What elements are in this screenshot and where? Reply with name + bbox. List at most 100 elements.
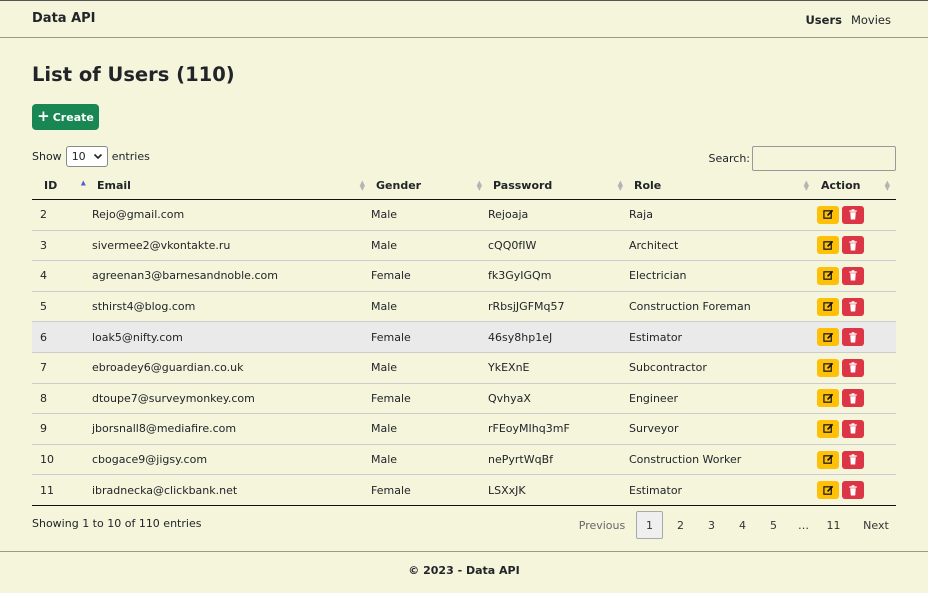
- trash-icon: [848, 301, 858, 312]
- table-header-row: ID ▲ ▼ Email ▲ ▼ Gender ▲ ▼ Password ▲ ▼ Role ▲ ▼ …: [32, 172, 896, 200]
- search-input[interactable]: [752, 146, 896, 171]
- delete-button[interactable]: [842, 358, 864, 377]
- pagination-page-1[interactable]: 1: [636, 511, 663, 539]
- cell-gender: Male: [371, 291, 488, 323]
- edit-button[interactable]: [817, 450, 839, 469]
- pagination-page-last[interactable]: 11: [818, 511, 849, 539]
- create-button[interactable]: + Create: [32, 104, 99, 130]
- edit-button[interactable]: [817, 236, 839, 255]
- nav-link-movies[interactable]: Movies: [851, 13, 891, 27]
- trash-icon: [848, 393, 858, 404]
- cell-gender: Male: [371, 444, 488, 476]
- cell-role: Architect: [629, 230, 815, 262]
- cell-gender: Male: [371, 230, 488, 262]
- edit-button[interactable]: [817, 266, 839, 285]
- cell-role: Estimator: [629, 321, 815, 353]
- plus-icon: +: [37, 106, 50, 125]
- edit-icon: [822, 393, 834, 404]
- delete-button[interactable]: [842, 419, 864, 438]
- cell-password: nePyrtWqBf: [488, 444, 629, 476]
- cell-email: agreenan3@barnesandnoble.com: [92, 260, 371, 292]
- cell-id: 10: [32, 444, 92, 476]
- table-row: 6 loak5@nifty.com Female 46sy8hp1eJ Estimato…: [32, 321, 896, 353]
- delete-button[interactable]: [842, 297, 864, 316]
- brand[interactable]: Data API: [32, 11, 96, 26]
- column-header-role[interactable]: Role ▲ ▼: [629, 172, 815, 200]
- edit-icon: [822, 423, 834, 434]
- trash-icon: [848, 270, 858, 282]
- cell-id: 9: [32, 413, 92, 445]
- column-header-email[interactable]: Email ▲ ▼: [92, 172, 371, 200]
- edit-button[interactable]: [817, 328, 839, 347]
- pagination-next[interactable]: Next: [849, 511, 903, 539]
- table-row: 5 sthirst4@blog.com Male rRbsjJGFMq57 Constr…: [32, 291, 896, 323]
- nav-link-users[interactable]: Users: [805, 13, 842, 27]
- table-row: 4 agreenan3@barnesandnoble.com Female fk3Gy…: [32, 260, 896, 292]
- pagination-page-5[interactable]: 5: [758, 511, 789, 539]
- navbar: Data API Users Movies: [0, 0, 928, 38]
- cell-role: Electrician: [629, 260, 815, 292]
- edit-icon: [822, 301, 834, 312]
- cell-email: ebroadey6@guardian.co.uk: [92, 352, 371, 384]
- delete-button[interactable]: [842, 205, 864, 224]
- sort-icon: ▲ ▼: [803, 179, 809, 192]
- cell-id: 11: [32, 474, 92, 506]
- cell-role: Construction Worker: [629, 444, 815, 476]
- cell-email: sivermee2@vkontakte.ru: [92, 230, 371, 262]
- pagination-previous[interactable]: Previous: [568, 511, 636, 539]
- delete-button[interactable]: [842, 450, 864, 469]
- cell-gender: Female: [371, 260, 488, 292]
- table-row: 10 cbogace9@jigsy.com Male nePyrtWqBf Constr…: [32, 444, 896, 476]
- table-info: Showing 1 to 10 of 110 entries: [32, 517, 202, 530]
- trash-icon: [848, 423, 858, 434]
- column-header-password[interactable]: Password ▲ ▼: [488, 172, 629, 200]
- page-length-select[interactable]: 10: [65, 146, 108, 167]
- cell-action: [815, 444, 896, 476]
- sort-icon: ▲ ▼: [884, 179, 890, 192]
- pagination-page-3[interactable]: 3: [696, 511, 727, 539]
- edit-button[interactable]: [817, 205, 839, 224]
- pagination-page-2[interactable]: 2: [665, 511, 696, 539]
- cell-role: Construction Foreman: [629, 291, 815, 323]
- table-row: 9 jborsnall8@mediafire.com Male rFEoyMIhq3m…: [32, 413, 896, 445]
- cell-action: [815, 352, 896, 384]
- cell-password: 46sy8hp1eJ: [488, 321, 629, 353]
- cell-password: rFEoyMIhq3mF: [488, 413, 629, 445]
- column-header-action[interactable]: Action ▲ ▼: [815, 172, 896, 200]
- action-buttons: [815, 297, 896, 316]
- edit-icon: [822, 454, 834, 465]
- page-title: List of Users (110): [32, 63, 235, 86]
- cell-gender: Male: [371, 199, 488, 231]
- edit-button[interactable]: [817, 358, 839, 377]
- cell-action: [815, 383, 896, 415]
- column-header-gender[interactable]: Gender ▲ ▼: [371, 172, 488, 200]
- column-header-id[interactable]: ID ▲ ▼: [32, 172, 92, 200]
- cell-id: 2: [32, 199, 92, 231]
- length-menu: Show 10 entries: [32, 146, 150, 167]
- sort-icon: ▲ ▼: [359, 179, 365, 192]
- cell-email: sthirst4@blog.com: [92, 291, 371, 323]
- delete-button[interactable]: [842, 481, 864, 500]
- edit-button[interactable]: [817, 297, 839, 316]
- delete-button[interactable]: [842, 236, 864, 255]
- nav-links: Users Movies: [805, 13, 891, 27]
- action-buttons: [815, 236, 896, 255]
- edit-button[interactable]: [817, 389, 839, 408]
- edit-button[interactable]: [817, 419, 839, 438]
- cell-action: [815, 291, 896, 323]
- pagination-page-4[interactable]: 4: [727, 511, 758, 539]
- sort-icon: ▲ ▼: [80, 179, 86, 192]
- cell-email: loak5@nifty.com: [92, 321, 371, 353]
- delete-button[interactable]: [842, 266, 864, 285]
- cell-id: 3: [32, 230, 92, 262]
- delete-button[interactable]: [842, 389, 864, 408]
- pagination-ellipsis: …: [798, 518, 809, 532]
- action-buttons: [815, 266, 896, 285]
- cell-role: Subcontractor: [629, 352, 815, 384]
- trash-icon: [848, 209, 858, 220]
- cell-password: QvhyaX: [488, 383, 629, 415]
- cell-action: [815, 230, 896, 262]
- delete-button[interactable]: [842, 328, 864, 347]
- cell-email: dtoupe7@surveymonkey.com: [92, 383, 371, 415]
- edit-button[interactable]: [817, 481, 839, 500]
